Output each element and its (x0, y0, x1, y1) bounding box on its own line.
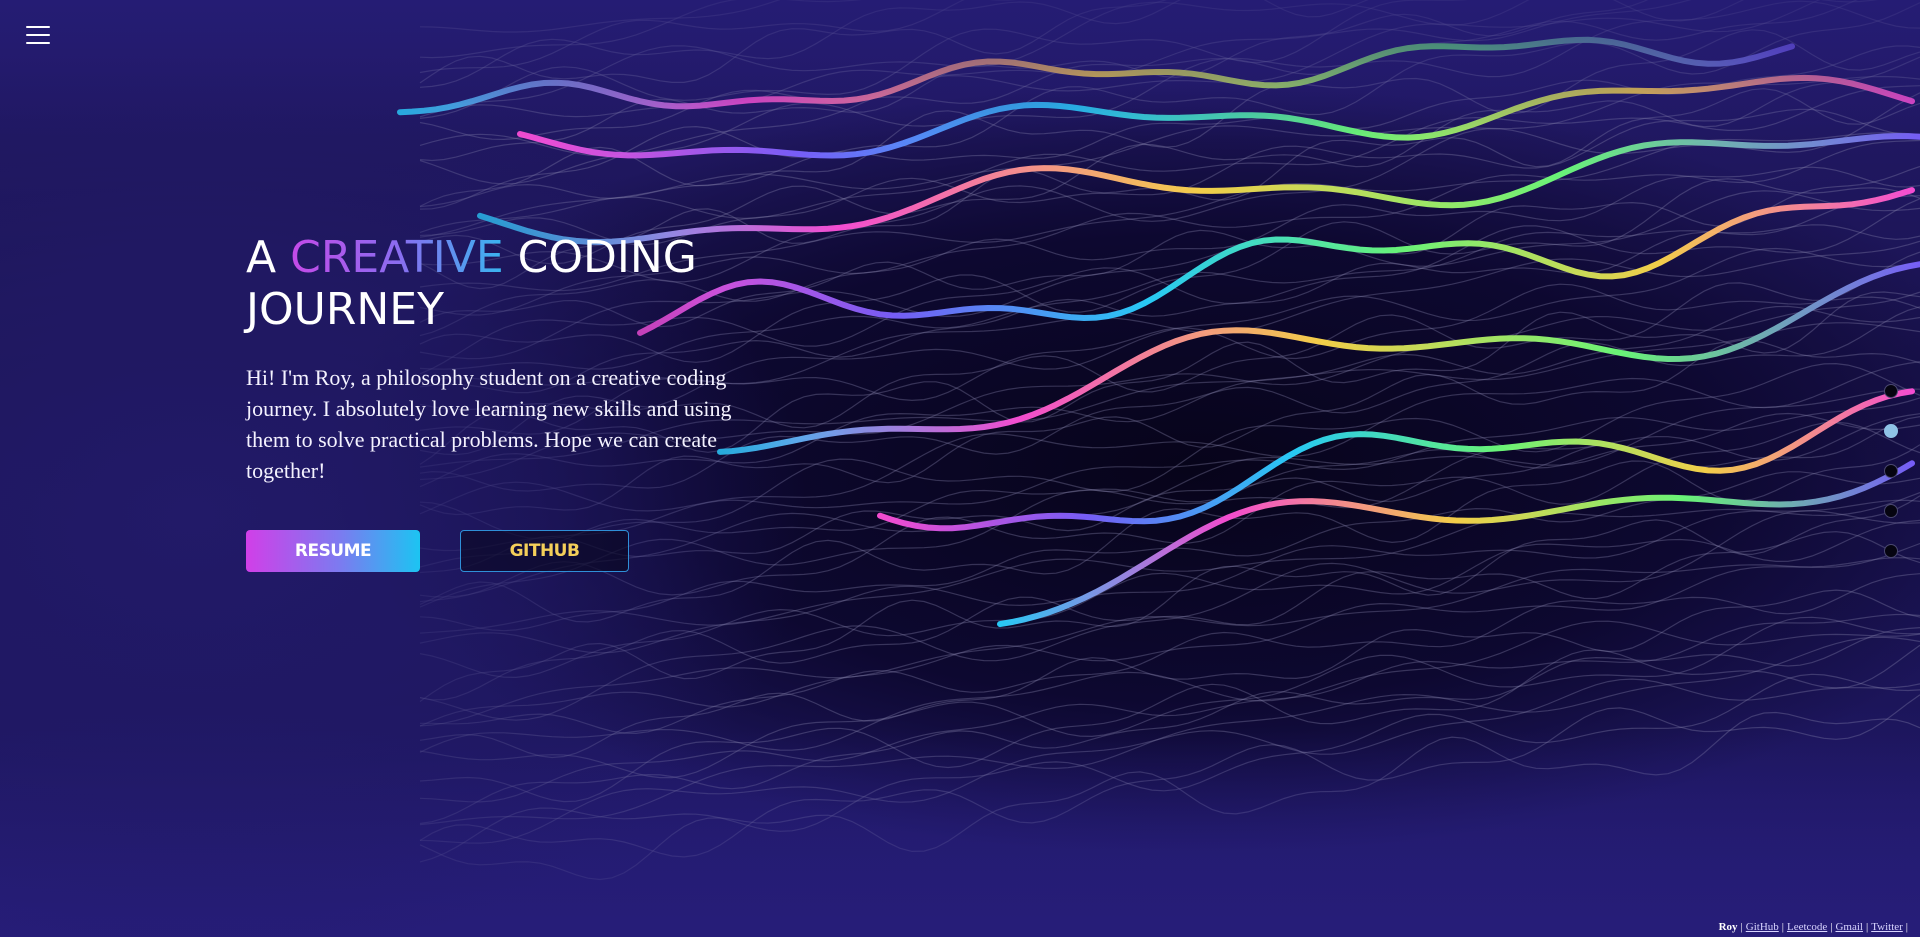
section-dot-4[interactable] (1884, 504, 1898, 518)
hero-intro: Hi! I'm Roy, a philosophy student on a c… (246, 365, 732, 483)
footer-link-leetcode[interactable]: Leetcode (1787, 921, 1827, 933)
hamburger-menu-icon[interactable] (26, 26, 50, 46)
hero-title: A CREATIVE CODING JOURNEY (246, 232, 766, 336)
contour-line (419, 678, 1920, 844)
contour-line (419, 613, 1920, 803)
menu-bar (26, 34, 50, 36)
resume-button[interactable]: RESUME (246, 530, 420, 572)
footer-link-twitter[interactable]: Twitter (1871, 921, 1903, 933)
menu-bar (26, 26, 50, 28)
footer-link-github[interactable]: GitHub (1746, 921, 1779, 933)
hero-section: A CREATIVE CODING JOURNEY Hi! I'm Roy, a… (246, 232, 766, 572)
contour-line (419, 711, 1920, 881)
title-accent: CREATIVE (290, 232, 504, 283)
contour-line (419, 673, 1920, 863)
footer-link-gmail[interactable]: Gmail (1835, 921, 1863, 933)
footer-owner: Roy (1718, 921, 1738, 933)
contour-line (419, 627, 1920, 825)
section-dot-1[interactable] (1884, 384, 1898, 398)
github-button[interactable]: GITHUB (460, 530, 629, 572)
title-prefix: A (246, 232, 291, 283)
page: A CREATIVE CODING JOURNEY Hi! I'm Roy, a… (0, 0, 1920, 937)
hero-buttons: RESUME GITHUB (246, 530, 766, 572)
contour-line (419, 0, 1018, 59)
section-dot-5[interactable] (1884, 544, 1898, 558)
section-nav-dots (1884, 384, 1902, 584)
footer: Roy | GitHub | Leetcode | Gmail | Twitter | (1718, 921, 1908, 933)
section-dot-3[interactable] (1884, 464, 1898, 478)
section-dot-2[interactable] (1884, 424, 1898, 438)
menu-bar (26, 42, 50, 44)
